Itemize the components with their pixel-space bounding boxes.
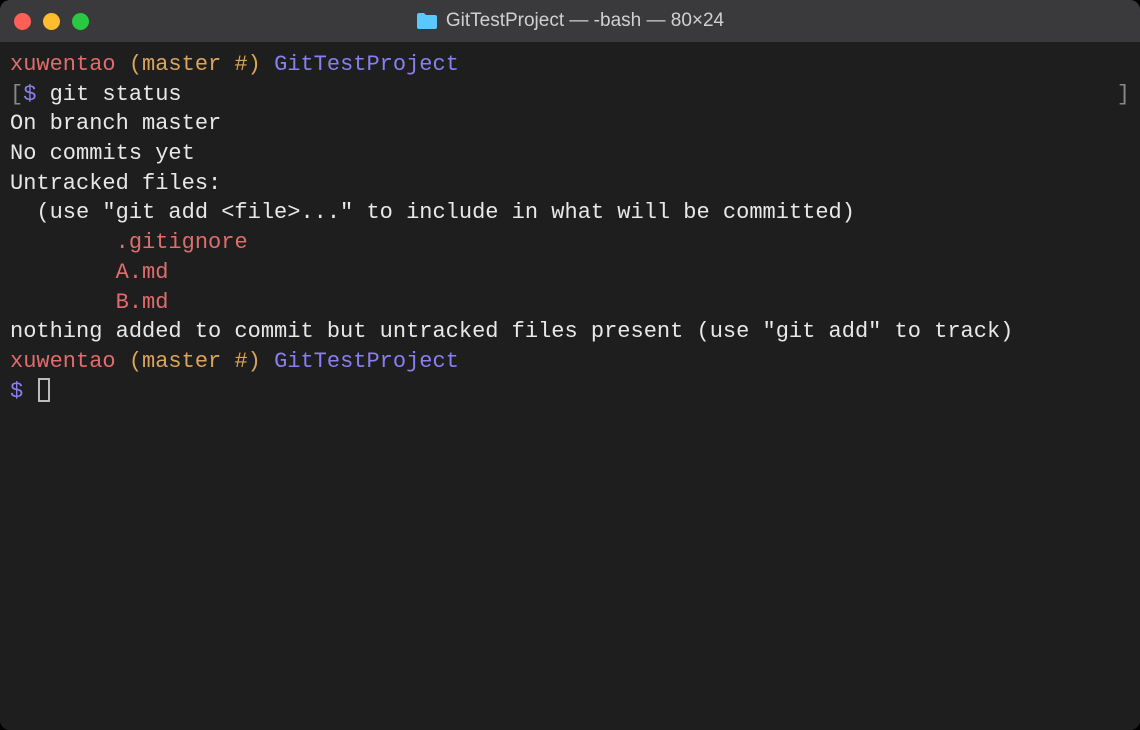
prompt-dollar: $ — [23, 82, 49, 107]
output-untracked-header: Untracked files: — [10, 169, 1130, 199]
title-center: GitTestProject — -bash — 80×24 — [0, 10, 1140, 32]
prompt-branch-open-2: ( — [116, 349, 142, 374]
prompt-branch-close: ) — [248, 52, 274, 77]
output-no-commits: No commits yet — [10, 139, 1130, 169]
output-on-branch: On branch master — [10, 109, 1130, 139]
untracked-file-0: .gitignore — [10, 228, 1130, 258]
prompt-branch-open: ( — [116, 52, 142, 77]
bracket-close: ] — [1117, 80, 1130, 110]
prompt-dollar-2: $ — [10, 379, 36, 404]
minimize-icon[interactable] — [43, 13, 60, 30]
untracked-file-1: A.md — [10, 258, 1130, 288]
prompt-branch-close-2: ) — [248, 349, 274, 374]
output-untracked-hint: (use "git add <file>..." to include in w… — [10, 198, 1130, 228]
prompt-line-1: xuwentao (master #) GitTestProject — [10, 50, 1130, 80]
window-title: GitTestProject — -bash — 80×24 — [446, 10, 724, 32]
prompt-branch: master # — [142, 52, 248, 77]
untracked-file-2: B.md — [10, 288, 1130, 318]
cursor-icon — [38, 378, 50, 402]
prompt-project-2: GitTestProject — [274, 349, 459, 374]
maximize-icon[interactable] — [72, 13, 89, 30]
prompt-project: GitTestProject — [274, 52, 459, 77]
bracket-open: [ — [10, 82, 23, 107]
output-nothing-added: nothing added to commit but untracked fi… — [10, 317, 1130, 347]
window-controls — [14, 13, 89, 30]
close-icon[interactable] — [14, 13, 31, 30]
input-line[interactable]: $ — [10, 377, 1130, 407]
titlebar: GitTestProject — -bash — 80×24 — [0, 0, 1140, 42]
prompt-user: xuwentao — [10, 52, 116, 77]
folder-icon — [416, 12, 438, 30]
terminal-window: GitTestProject — -bash — 80×24 xuwentao … — [0, 0, 1140, 730]
prompt-line-2: xuwentao (master #) GitTestProject — [10, 347, 1130, 377]
terminal-body[interactable]: xuwentao (master #) GitTestProject[$ git… — [0, 42, 1140, 730]
prompt-user-2: xuwentao — [10, 349, 116, 374]
prompt-branch-2: master # — [142, 349, 248, 374]
command-text: git status — [50, 82, 182, 107]
command-line: [$ git status] — [10, 80, 1130, 110]
